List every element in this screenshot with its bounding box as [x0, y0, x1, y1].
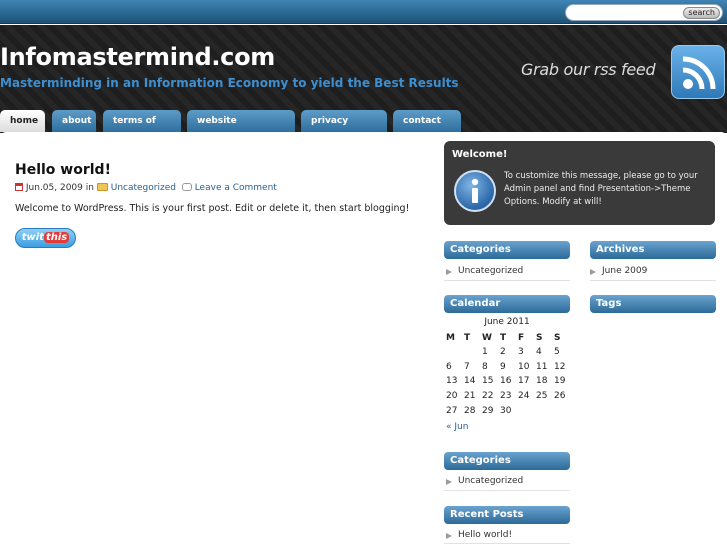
calendar-day: 11: [536, 361, 548, 372]
calendar-day: 2: [500, 347, 506, 358]
tags-widget-title: Tags: [590, 295, 716, 313]
divider: [590, 280, 716, 281]
post-meta: Jun.05, 2009 in Uncategorized Leave a Co…: [15, 183, 277, 193]
calendar-day: 25: [536, 391, 548, 402]
comment-icon: [181, 183, 192, 191]
calendar-day: 19: [554, 376, 566, 387]
calendar-day: 14: [464, 376, 476, 387]
calendar-table: M T W T F S S 1 2 3 4 5 6 7 8 9 10 11 12…: [444, 330, 570, 418]
calendar-day: 9: [500, 361, 506, 372]
calendar-day: 30: [500, 405, 512, 416]
archive-item-june-2009[interactable]: June 2009: [590, 266, 647, 276]
archives-widget-title: Archives: [590, 241, 716, 259]
divider: [444, 543, 570, 544]
divider: [444, 490, 570, 491]
tab-terms-of-use[interactable]: terms of use: [103, 110, 181, 148]
twit-label: twit: [21, 232, 44, 243]
post-in-word: in: [85, 183, 94, 193]
calendar-day: 21: [464, 391, 476, 402]
recent-posts-widget-title: Recent Posts: [444, 506, 570, 524]
divider: [444, 280, 570, 281]
calendar-day: 7: [464, 361, 470, 372]
weekday-label: T: [464, 332, 471, 343]
welcome-text: To customize this message, please go to …: [504, 171, 698, 207]
calendar-day: 15: [482, 376, 494, 387]
calendar-day: 26: [554, 391, 566, 402]
weekday-label: S: [554, 332, 561, 343]
weekday-label: F: [518, 332, 525, 343]
calendar-day: 20: [446, 391, 458, 402]
top-bar: search: [0, 0, 727, 24]
post-date: Jun.05, 2009: [25, 183, 83, 193]
recent-post-item[interactable]: Hello world!: [446, 530, 512, 540]
calendar-day: 17: [518, 376, 530, 387]
rss-icon[interactable]: [671, 45, 725, 99]
calendar-day: 29: [482, 405, 494, 416]
calendar-day: 18: [536, 376, 548, 387]
calendar-day: 8: [482, 361, 488, 372]
calendar-prev-link[interactable]: « Jun: [446, 422, 468, 432]
tab-website-disclaimer[interactable]: website disclaimer: [187, 110, 295, 148]
calendar-day: 10: [518, 361, 530, 372]
welcome-title: Welcome!: [452, 149, 508, 160]
site-title[interactable]: Infomastermind.com: [0, 43, 275, 71]
search-box: search: [565, 4, 723, 21]
search-input[interactable]: [574, 6, 684, 20]
weekday-label: T: [500, 332, 507, 343]
calendar-caption: June 2011: [484, 317, 530, 327]
site-tagline: Masterminding in an Information Economy …: [0, 76, 459, 90]
folder-icon: [96, 183, 108, 191]
calendar-day: [534, 403, 552, 418]
calendar: June 2011 M T W T F S S 1 2 3 4 5 6 7 8 …: [444, 317, 570, 418]
calendar-day: 12: [554, 361, 566, 372]
info-icon: [454, 170, 496, 212]
calendar-day: [516, 403, 534, 418]
tab-home[interactable]: home: [0, 110, 45, 132]
calendar-day: 28: [464, 405, 476, 416]
calendar-day: 16: [500, 376, 512, 387]
category-item-uncategorized[interactable]: Uncategorized: [446, 476, 523, 486]
categories-widget-title-2: Categories: [444, 452, 570, 470]
calendar-day: [552, 403, 570, 418]
calendar-day: [444, 345, 462, 360]
calendar-day: 27: [446, 405, 458, 416]
post-body: Welcome to WordPress. This is your first…: [15, 203, 410, 214]
weekday-label: M: [446, 332, 455, 343]
calendar-day: [462, 345, 480, 360]
category-item-uncategorized[interactable]: Uncategorized: [446, 266, 523, 276]
calendar-day: 3: [518, 347, 524, 358]
weekday-label: S: [536, 332, 543, 343]
calendar-day: 22: [482, 391, 494, 402]
weekday-label: W: [482, 332, 492, 343]
calendar-day: 23: [500, 391, 512, 402]
calendar-day: 4: [536, 347, 542, 358]
tab-about[interactable]: about: [52, 110, 96, 132]
rss-feed-text[interactable]: Grab our rss feed: [521, 60, 656, 79]
calendar-day: 24: [518, 391, 530, 402]
calendar-icon: [15, 183, 23, 191]
post-title[interactable]: Hello world!: [15, 162, 111, 178]
calendar-day: 6: [446, 361, 452, 372]
search-button[interactable]: search: [683, 7, 720, 19]
post-category-link[interactable]: Uncategorized: [111, 183, 176, 193]
this-label: this: [43, 232, 70, 243]
categories-widget-title: Categories: [444, 241, 570, 259]
calendar-widget-title: Calendar: [444, 295, 570, 313]
tab-contact-us[interactable]: contact us: [393, 110, 461, 148]
leave-comment-link[interactable]: Leave a Comment: [195, 183, 277, 193]
welcome-box: Welcome! To customize this message, plea…: [444, 141, 715, 225]
tab-privacy-policy[interactable]: privacy policy: [301, 110, 387, 148]
calendar-day: 5: [554, 347, 560, 358]
calendar-day: 1: [482, 347, 488, 358]
calendar-day: 13: [446, 376, 458, 387]
twit-this-button[interactable]: twit this: [15, 228, 76, 248]
